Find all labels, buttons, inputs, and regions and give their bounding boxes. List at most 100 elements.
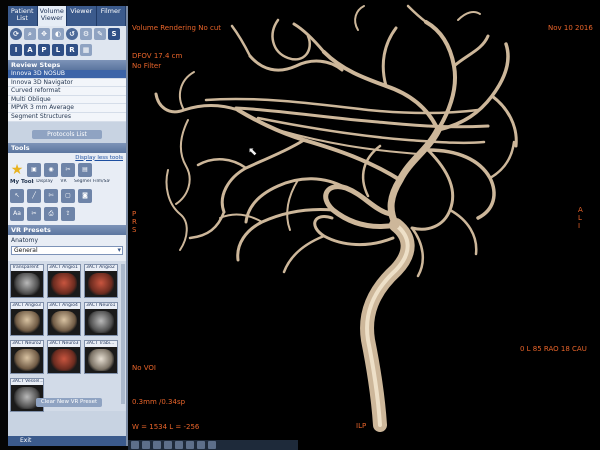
vr-preset-thumbnail [14,310,40,333]
tab-filmer[interactable]: Filmer [97,6,126,26]
taskbar [128,440,298,450]
dfov-label: DFOV 17.4 cm [132,52,183,60]
view-left-button[interactable]: L [52,44,64,56]
export-icon[interactable]: ⇪ [61,206,75,221]
vr-preset-label: 3ACT Angio2 [85,264,117,271]
vr-preset-thumbnail [51,348,77,371]
mouse-cursor-icon: ⬉ [248,145,258,158]
my-tools-label: My Tools [10,178,34,185]
right-orientation-label: A L I [578,206,583,230]
text-annotation-icon[interactable]: Aa [10,206,24,221]
anatomy-select-value: General [14,246,38,254]
vr-preset-label: 3ACT Neuro2 [11,340,43,347]
view-inferior-button[interactable]: I [10,44,22,56]
view-right-button[interactable]: R [66,44,78,56]
taskbar-app-icon[interactable] [164,441,172,449]
zoom-icon[interactable]: ⌕ [24,28,36,40]
review-step-item[interactable]: Segment Structures [8,113,126,122]
display-label: Display [36,178,53,184]
settings-icon[interactable]: ⚙ [80,28,92,40]
protocols-list-button[interactable]: Protocols List [32,129,102,139]
taskbar-app-icon[interactable] [186,441,194,449]
vr-preset-tile[interactable]: Transparent [10,263,44,298]
vr-preset-label: Transparent [11,264,43,271]
view-superior-button[interactable]: S [108,28,120,40]
vr-icon[interactable]: ◉ [44,162,58,177]
vr-presets-header: VR Presets [8,224,126,235]
view-posterior-button[interactable]: P [38,44,50,56]
measure-icon[interactable]: ✎ [94,28,106,40]
segment-icon[interactable]: ✂ [61,162,75,177]
scissors-icon[interactable]: ✂ [27,206,41,221]
vr-preset-tile[interactable]: 3ACT Trabi... [84,339,118,374]
view-anterior-button[interactable]: A [24,44,36,56]
vr-preset-tile[interactable]: 3ACT Angio4 [47,301,81,336]
vr-preset-tile[interactable]: 3ACT Angio3 [10,301,44,336]
review-step-item[interactable]: Curved reformat [8,87,126,96]
tab-patient-list[interactable]: Patient List [8,6,38,26]
grid-icon[interactable]: ▦ [80,44,92,56]
render-mode-label: Volume Rendering No cut [132,24,222,32]
film-save-label: Film/Save [93,178,110,184]
vr-preset-tile[interactable]: 3ACT Neuro1 [84,301,118,336]
vr-preset-thumbnail [88,310,114,333]
box-icon[interactable]: ▢ [61,188,75,203]
steps-spacer [8,121,126,126]
exit-button[interactable]: Exit [8,436,126,446]
tool-row-middle: ↖ ╱ ✄ ▢ ◙ [10,188,92,203]
bottom-orientation-label: ILP [356,422,367,430]
tab-viewer[interactable]: Viewer [67,6,97,26]
tool-row-bottom: Aa ✂ ⎙ ⇪ [10,206,75,221]
vr-preset-grid: Transparent 3ACT Angio1 3ACT Angio2 3ACT An… [8,260,126,412]
review-step-item[interactable]: Multi Oblique [8,96,126,105]
taskbar-app-icon[interactable] [131,441,139,449]
tool-row-top: ★ ▣ ◉ ✂ ▤ [10,162,92,177]
reset-icon[interactable]: ↺ [66,28,78,40]
volume-render-viewport[interactable]: Volume Rendering No cut Nov 10 2016 DFOV… [128,0,600,450]
vessel-rendering [154,4,518,432]
anatomy-section: Anatomy General ▾ [8,234,126,261]
anatomy-label: Anatomy [11,236,39,244]
taskbar-app-icon[interactable] [197,441,205,449]
line-icon[interactable]: ╱ [27,188,41,203]
review-step-item[interactable]: Innova 3D NOSUB [8,70,126,79]
left-orientation-label: P R S [132,210,137,234]
review-step-item[interactable]: Innova 3D Navigator [8,79,126,88]
taskbar-app-icon[interactable] [175,441,183,449]
taskbar-app-icon[interactable] [153,441,161,449]
pan-icon[interactable]: ✥ [38,28,50,40]
camera-icon[interactable]: ◙ [78,188,92,203]
anatomy-select[interactable]: General ▾ [11,245,123,255]
vr-preset-tile[interactable]: 3ACT Neuro3 [47,339,81,374]
filter-label: No Filter [132,62,162,70]
film-save-icon[interactable]: ▤ [78,162,92,177]
display-less-tools-link[interactable]: Display less tools [75,155,123,161]
clear-new-vr-preset-button[interactable]: Clear New VR Preset [36,397,102,407]
cut-icon[interactable]: ✄ [44,188,58,203]
tab-volume-viewer[interactable]: Volume Viewer [37,6,67,26]
rotate-icon[interactable]: ⟳ [10,28,22,40]
taskbar-app-icon[interactable] [142,441,150,449]
display-icon[interactable]: ▣ [27,162,41,177]
review-steps-list: Innova 3D NOSUB Innova 3D Navigator Curv… [8,70,126,122]
arrow-icon[interactable]: ↖ [10,188,24,203]
vr-preset-label: 3ACT Neuro1 [85,302,117,309]
left-control-panel: Patient List Volume Viewer Viewer Filmer… [8,6,128,446]
vr-preset-tile[interactable]: 3ACT Angio2 [84,263,118,298]
tools-panel: Display less tools ★ ▣ ◉ ✂ ▤ My Tools Di… [8,152,126,225]
top-tabs: Patient List Volume Viewer Viewer Filmer [8,6,126,26]
review-step-item[interactable]: MPVR 3 mm Average [8,104,126,113]
window-level-icon[interactable]: ◐ [52,28,64,40]
view-angle-label: 0 L 85 RAO 18 CAU [520,345,587,353]
taskbar-app-icon[interactable] [208,441,216,449]
vr-preset-tile[interactable]: 3ACT Angio1 [47,263,81,298]
star-icon[interactable]: ★ [10,163,24,177]
volume-viewer-app: Patient List Volume Viewer Viewer Filmer… [0,0,600,450]
vr-preset-tile[interactable]: 3ACT Neuro2 [10,339,44,374]
vr-preset-thumbnail [51,272,77,295]
vr-preset-thumbnail [14,348,40,371]
preset-scrollbar[interactable] [121,263,125,404]
voi-label: No VOI [132,364,156,372]
segment-label: Segment [74,178,91,184]
printer-icon[interactable]: ⎙ [44,206,58,221]
